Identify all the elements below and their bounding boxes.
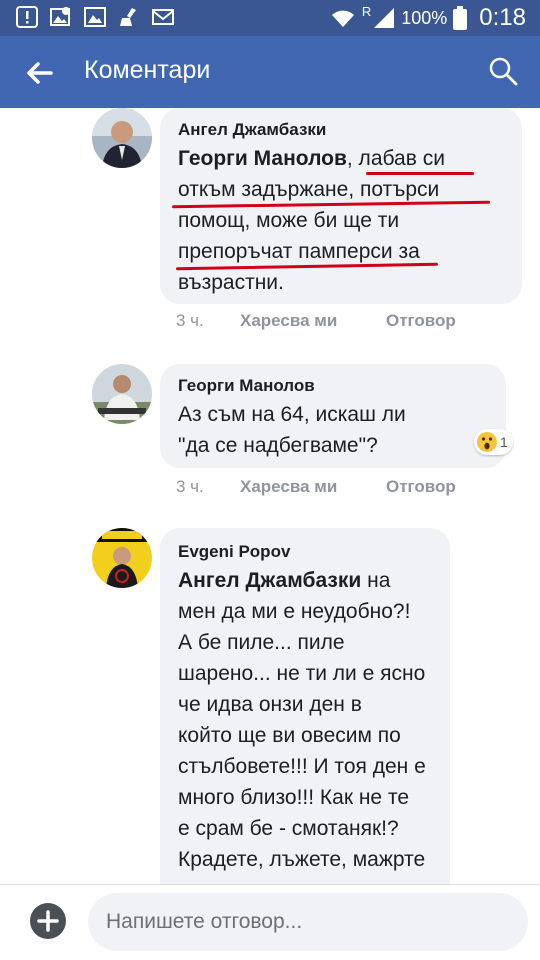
clock: 0:18 [479, 4, 526, 31]
wifi-icon [331, 10, 354, 27]
comment-text-line: който ще ви овесим по [178, 724, 401, 747]
alert-icon [16, 6, 38, 28]
comment-text-line: шарено... не ти ли е ясно [178, 662, 426, 685]
comment-text-line: Крадете, лъжете, мажрте [178, 848, 426, 871]
comment-timestamp: 3 ч. [176, 477, 204, 496]
comment-text-line: е срам бе - смотаняк!? [178, 817, 399, 840]
battery-icon [453, 6, 468, 30]
mention-link[interactable]: Георги Манолов [178, 147, 347, 170]
notification-icons [16, 6, 174, 28]
reply-button[interactable]: Отговор [386, 477, 456, 497]
comment-text-line: стълбовете!!! И тоя ден е [178, 755, 426, 778]
gallery-icon [84, 7, 106, 27]
red-underline-annotation [366, 172, 474, 175]
back-arrow-icon[interactable] [24, 58, 54, 88]
comment-text-line: Георги Манолов, лабав си [178, 147, 445, 170]
comment-timestamp: 3 ч. [176, 311, 204, 330]
network-type-label: R [361, 4, 372, 19]
app-header: Коментари [0, 36, 540, 108]
comment-text-line: помощ, може би ще ти [178, 209, 400, 232]
mail-icon [152, 9, 174, 25]
reply-input[interactable] [88, 893, 528, 951]
search-icon[interactable] [488, 56, 518, 86]
comment-text-line: откъм задържане, потърси [178, 178, 440, 201]
comments-list[interactable]: Ангел Джамбазки Георги Манолов, лабав си… [0, 108, 540, 884]
comment-text-line: че идва онзи ден в [178, 693, 362, 716]
mention-link[interactable]: Ангел Джамбазки [178, 569, 361, 592]
plus-icon[interactable] [30, 903, 66, 939]
avatar[interactable] [92, 108, 152, 168]
reply-button[interactable]: Отговор [386, 311, 456, 331]
reaction-badge[interactable]: 1 [474, 429, 513, 455]
avatar[interactable] [92, 528, 152, 588]
comment-text-line: "да се надбегваме"? [178, 434, 378, 457]
status-bar: R 100% 0:18 [0, 0, 540, 36]
avatar[interactable] [92, 364, 152, 424]
comment-actions: 3 ч. Харесва ми Отговор [176, 311, 496, 335]
page-title: Коментари [84, 56, 211, 84]
comment-text-line: Аз съм на 64, искаш ли [178, 403, 406, 426]
comment-actions: 3 ч. Харесва ми Отговор [176, 477, 496, 501]
battery-percent: 100% [401, 7, 448, 28]
reaction-count: 1 [500, 434, 508, 450]
like-button[interactable]: Харесва ми [240, 311, 337, 331]
comment-author[interactable]: Ангел Джамбазки [178, 120, 326, 140]
comment-text-line: мен да ми е неудобно?! [178, 600, 411, 623]
comment-text-line: много близо!!! Как не те [178, 786, 410, 809]
wow-reaction-icon [477, 432, 497, 452]
comment-author[interactable]: Evgeni Popov [178, 542, 290, 562]
comment-text-line: Ангел Джамбазки на [178, 569, 391, 592]
signal-icon [374, 8, 395, 28]
reply-bar [0, 884, 540, 960]
image-notification-icon [50, 7, 70, 26]
comment-text-line: А бе пиле... пиле [178, 631, 345, 654]
like-button[interactable]: Харесва ми [240, 477, 337, 497]
system-status: R 100% 0:18 [330, 4, 526, 32]
comment-text-line: препоръчат памперси за [178, 240, 420, 263]
comment-author[interactable]: Георги Манолов [178, 376, 315, 396]
comment-text-line: възрастни. [178, 271, 284, 294]
cleaner-icon [120, 8, 136, 26]
